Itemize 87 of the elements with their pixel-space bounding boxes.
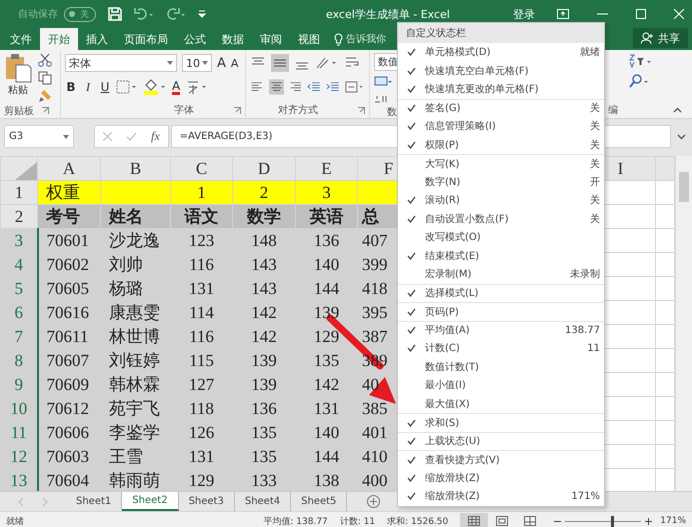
- table-cell: 70604: [46, 470, 89, 490]
- table-cell: 3: [322, 182, 331, 202]
- table-cell: 杨璐: [109, 279, 143, 298]
- group-label: 对齐方式: [278, 104, 318, 117]
- table-cell: 2: [260, 182, 268, 202]
- table-cell: 139: [251, 350, 277, 370]
- table-cell: 127: [188, 374, 214, 394]
- table-cell: 140: [314, 422, 340, 442]
- menu-title: 自定义状态栏: [398, 23, 604, 43]
- window-title: excel学生成绩单 - Excel: [326, 6, 450, 22]
- table-cell: 韩林霖: [109, 375, 160, 394]
- group-label: 数: [387, 106, 397, 119]
- table-cell: 123: [188, 230, 214, 250]
- table-cell: 140: [314, 254, 340, 274]
- table-cell: 136: [314, 230, 340, 250]
- table-cell: 401: [362, 422, 388, 442]
- table-cell: 姓名: [109, 207, 143, 226]
- table-cell: 143: [251, 278, 277, 298]
- table-cell: 407: [362, 230, 388, 250]
- table-cell: 126: [188, 422, 214, 442]
- table-cell: 144: [314, 278, 340, 298]
- table-cell: 沙龙逸: [109, 231, 160, 250]
- table-cell: 385: [362, 398, 388, 418]
- group-label: 编: [608, 104, 618, 117]
- table-cell: 116: [189, 254, 214, 274]
- table-cell: 70609: [46, 374, 89, 394]
- table-cell: 70601: [46, 230, 89, 250]
- table-cell: 考号: [46, 207, 80, 226]
- table-cell: 142: [314, 374, 340, 394]
- sum-readout: 求和: 1526.50: [387, 516, 448, 527]
- table-cell: 135: [251, 446, 277, 466]
- group-label: 字体: [174, 104, 194, 117]
- autosave-label: 自动保存: [18, 8, 58, 21]
- table-cell: 410: [362, 446, 388, 466]
- table-cell: 135: [251, 422, 277, 442]
- table-cell: 70605: [46, 278, 89, 298]
- table-cell: 131: [188, 446, 214, 466]
- table-cell: 权重: [46, 183, 80, 202]
- table-cell: 康惠雯: [109, 303, 160, 322]
- table-cell: 144: [314, 446, 340, 466]
- table-cell: 133: [251, 470, 277, 490]
- table-cell: 40: [362, 374, 379, 394]
- status-mode: 就绪: [6, 516, 24, 527]
- table-cell: 148: [251, 230, 277, 250]
- table-cell: 苑宇飞: [109, 399, 160, 418]
- table-cell: 114: [189, 302, 214, 322]
- table-cell: 林世博: [109, 327, 160, 346]
- table-cell: 387: [362, 326, 388, 346]
- count-readout: 计数: 11: [340, 516, 376, 527]
- table-cell: 刘钰婷: [109, 351, 160, 370]
- table-cell: 70616: [46, 302, 89, 322]
- table-cell: 139: [251, 374, 277, 394]
- table-cell: 刘帅: [109, 255, 143, 274]
- table-cell: 395: [362, 302, 388, 322]
- table-cell: 70603: [46, 446, 89, 466]
- average-readout: 平均值: 138.77: [263, 516, 328, 527]
- table-cell: 总: [362, 207, 379, 226]
- table-cell: 70612: [46, 398, 89, 418]
- table-cell: 70602: [46, 254, 89, 274]
- table-cell: 英语: [310, 207, 344, 226]
- table-cell: 70611: [46, 326, 88, 346]
- table-cell: 116: [189, 326, 214, 346]
- table-cell: 1: [197, 182, 206, 202]
- table-cell: 136: [251, 398, 277, 418]
- table-cell: 115: [189, 350, 214, 370]
- table-cell: 韩雨萌: [109, 471, 160, 490]
- table-cell: 400: [362, 470, 388, 490]
- table-cell: 语文: [184, 207, 218, 226]
- table-cell: 142: [251, 326, 277, 346]
- table-cell: 131: [188, 278, 214, 298]
- group-label: 剪贴板: [4, 104, 34, 118]
- table-cell: 142: [251, 302, 277, 322]
- table-cell: 数学: [247, 207, 281, 226]
- table-cell: 418: [362, 278, 388, 298]
- table-cell: 王雪: [109, 447, 143, 466]
- table-cell: 399: [362, 254, 388, 274]
- table-cell: 129: [188, 470, 214, 490]
- table-cell: 135: [314, 350, 340, 370]
- table-cell: 129: [314, 326, 340, 346]
- table-cell: 143: [251, 254, 277, 274]
- table-cell: 李鉴学: [109, 423, 160, 442]
- table-cell: 118: [189, 398, 214, 418]
- table-cell: 70606: [46, 422, 89, 442]
- table-cell: 131: [314, 398, 340, 418]
- table-cell: 139: [314, 302, 340, 322]
- table-cell: 138: [314, 470, 340, 490]
- table-cell: 70607: [46, 350, 89, 370]
